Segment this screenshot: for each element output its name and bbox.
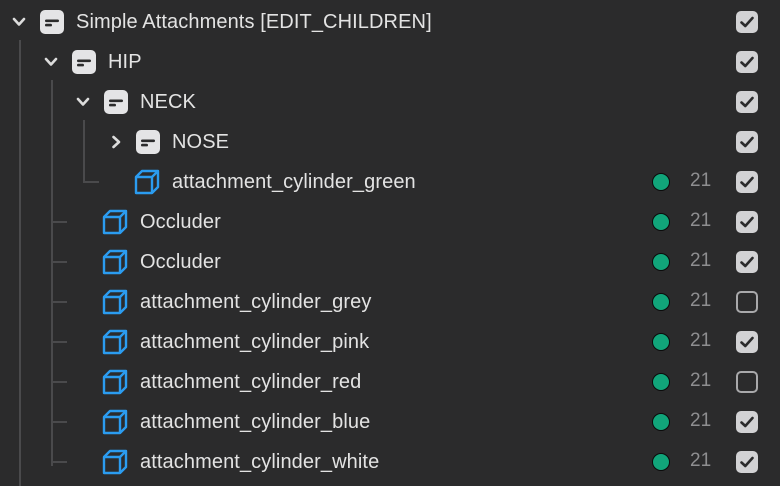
status-dot [652, 333, 670, 351]
row-label: attachment_cylinder_red [140, 371, 362, 393]
group-icon [72, 50, 96, 74]
visibility-checkbox[interactable] [736, 51, 758, 73]
count-label: 21 [690, 370, 712, 391]
checkmark-icon [740, 256, 754, 268]
row-label: NOSE [172, 131, 230, 153]
visibility-checkbox[interactable] [736, 171, 758, 193]
tree-row[interactable]: attachment_cylinder_pink 21 [0, 322, 780, 362]
row-label: Occluder [140, 211, 221, 233]
mesh-icon [102, 449, 128, 475]
group-icon [104, 90, 128, 114]
tree-row[interactable]: attachment_cylinder_white 21 [0, 442, 780, 482]
visibility-checkbox[interactable] [736, 451, 758, 473]
visibility-checkbox[interactable] [736, 131, 758, 153]
checkmark-icon [740, 416, 754, 428]
tree-row[interactable]: NOSE [0, 122, 780, 162]
chevron-down-icon[interactable] [43, 54, 59, 70]
visibility-checkbox[interactable] [736, 11, 758, 33]
checkmark-icon [740, 16, 754, 28]
tree-row[interactable]: Simple Attachments [EDIT_CHILDREN] [0, 2, 780, 42]
visibility-checkbox[interactable] [736, 251, 758, 273]
count-label: 21 [690, 450, 712, 471]
mesh-icon [134, 169, 160, 195]
tree-row[interactable]: HIP [0, 42, 780, 82]
row-label: Occluder [140, 251, 221, 273]
row-label: attachment_cylinder_pink [140, 331, 370, 353]
status-dot [652, 213, 670, 231]
chevron-down-icon[interactable] [75, 94, 91, 110]
status-dot [652, 413, 670, 431]
hierarchy-tree: Simple Attachments [EDIT_CHILDREN] HIP N… [0, 0, 780, 486]
count-label: 21 [690, 330, 712, 351]
chevron-right-icon[interactable] [108, 134, 124, 150]
status-dot [652, 373, 670, 391]
tree-row[interactable]: attachment_cylinder_red 21 [0, 362, 780, 402]
visibility-checkbox[interactable] [736, 291, 758, 313]
row-label: attachment_cylinder_green [172, 171, 416, 193]
row-label: attachment_cylinder_grey [140, 291, 372, 313]
row-label: NECK [140, 91, 196, 113]
status-dot [652, 253, 670, 271]
visibility-checkbox[interactable] [736, 331, 758, 353]
mesh-icon [102, 209, 128, 235]
tree-row[interactable]: attachment_cylinder_blue 21 [0, 402, 780, 442]
mesh-icon [102, 289, 128, 315]
visibility-checkbox[interactable] [736, 91, 758, 113]
chevron-down-icon[interactable] [11, 14, 27, 30]
visibility-checkbox[interactable] [736, 411, 758, 433]
count-label: 21 [690, 210, 712, 231]
checkmark-icon [740, 456, 754, 468]
visibility-checkbox[interactable] [736, 371, 758, 393]
checkmark-icon [740, 216, 754, 228]
count-label: 21 [690, 290, 712, 311]
mesh-icon [102, 329, 128, 355]
visibility-checkbox[interactable] [736, 211, 758, 233]
status-dot [652, 173, 670, 191]
checkmark-icon [740, 176, 754, 188]
checkmark-icon [740, 136, 754, 148]
row-label: attachment_cylinder_blue [140, 411, 371, 433]
checkmark-icon [740, 336, 754, 348]
count-label: 21 [690, 170, 712, 191]
status-dot [652, 293, 670, 311]
tree-row[interactable]: attachment_cylinder_green 21 [0, 162, 780, 202]
row-label: HIP [108, 51, 142, 73]
row-label: Simple Attachments [EDIT_CHILDREN] [76, 11, 432, 33]
group-icon [40, 10, 64, 34]
count-label: 21 [690, 410, 712, 431]
row-label: attachment_cylinder_white [140, 451, 380, 473]
tree-row[interactable]: Occluder 21 [0, 242, 780, 282]
mesh-icon [102, 249, 128, 275]
group-icon [136, 130, 160, 154]
tree-row[interactable]: attachment_cylinder_grey 21 [0, 282, 780, 322]
checkmark-icon [740, 96, 754, 108]
tree-row[interactable]: NECK [0, 82, 780, 122]
mesh-icon [102, 369, 128, 395]
checkmark-icon [740, 56, 754, 68]
count-label: 21 [690, 250, 712, 271]
mesh-icon [102, 409, 128, 435]
status-dot [652, 453, 670, 471]
tree-row[interactable]: Occluder 21 [0, 202, 780, 242]
